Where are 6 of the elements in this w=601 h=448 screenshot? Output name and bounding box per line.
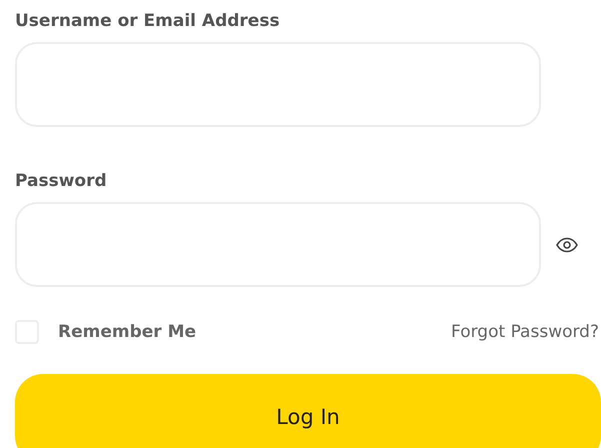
forgot-password-link[interactable]: Forgot Password?	[451, 322, 599, 342]
eye-icon[interactable]	[556, 236, 578, 252]
login-button[interactable]: Log In	[15, 374, 601, 448]
field-label: Password	[15, 170, 107, 192]
remember-label: Remember Me	[58, 322, 196, 342]
field-label: Username or Email Address	[15, 10, 280, 32]
